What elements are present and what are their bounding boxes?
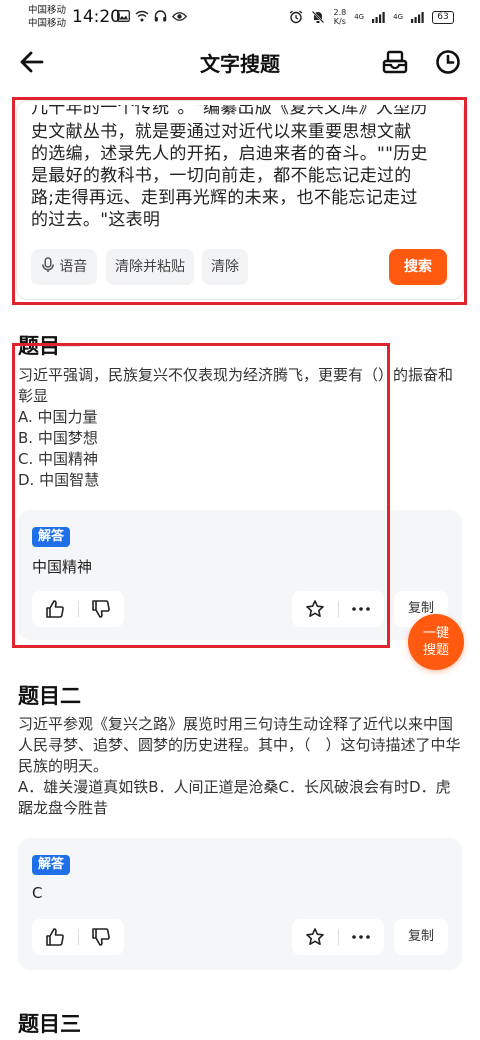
question-text: 习近平参观《复兴之路》展览时用三句诗生动诠释了近代以来中国人民寻梦、追梦、圆梦的… bbox=[18, 715, 461, 775]
headphones-icon bbox=[154, 10, 167, 22]
input-line: 路;走得再远、走到再光辉的未来，也不能忘记走过 bbox=[31, 188, 418, 208]
search-button[interactable]: 搜索 bbox=[389, 249, 447, 285]
option-a: A. 中国力量 bbox=[18, 408, 98, 426]
question-title: 题目三 bbox=[18, 1012, 81, 1036]
mute-icon bbox=[312, 10, 325, 24]
fab-line-2: 搜题 bbox=[422, 643, 449, 658]
star-icon bbox=[306, 600, 324, 617]
voice-input-button[interactable]: 语音 bbox=[31, 249, 97, 285]
search-text-content[interactable]: 几十年的一个传统"。"编纂出版《复兴文库》大型历 史文献丛书，就是要通过对近代以… bbox=[31, 105, 451, 231]
more-dots-icon bbox=[352, 935, 370, 939]
answer-value: C bbox=[32, 884, 43, 902]
question-bank-button[interactable] bbox=[381, 48, 409, 76]
voice-label: 语音 bbox=[59, 259, 88, 275]
favorite-button[interactable] bbox=[292, 591, 338, 627]
thumbs-down-icon bbox=[92, 600, 110, 618]
input-partial-line: 几十年的一个传统"。"编纂出版《复兴文库》大型历 bbox=[31, 105, 428, 118]
status-bar: 中国移动 中国移动 14:20 2.8 K/s 4G 4G 63 bbox=[0, 0, 480, 36]
favorite-button[interactable] bbox=[292, 919, 338, 955]
alarm-icon bbox=[290, 10, 303, 24]
clock: 14:20 bbox=[72, 7, 121, 27]
clock-icon bbox=[436, 50, 460, 74]
battery-indicator: 63 bbox=[432, 10, 454, 24]
carrier-names: 中国移动 中国移动 bbox=[28, 4, 66, 30]
question-body: 习近平参观《复兴之路》展览时用三句诗生动诠释了近代以来中国人民寻梦、追梦、圆梦的… bbox=[18, 714, 463, 819]
answer-badge: 解答 bbox=[32, 527, 71, 547]
copy-button[interactable]: 复制 bbox=[394, 919, 448, 955]
history-button[interactable] bbox=[434, 48, 462, 76]
eye-icon bbox=[172, 11, 187, 21]
like-button[interactable] bbox=[32, 919, 78, 955]
question-title: 题目一 bbox=[18, 334, 81, 358]
vote-group bbox=[32, 591, 124, 627]
system-icons: 2.8 K/s 4G 4G 63 bbox=[289, 8, 454, 26]
vote-group bbox=[32, 919, 124, 955]
microphone-icon bbox=[41, 257, 54, 272]
signal-1-label: 4G bbox=[354, 13, 365, 21]
input-line: 的过去。"这表明 bbox=[31, 210, 161, 230]
thumbs-up-icon bbox=[46, 928, 64, 946]
dislike-button[interactable] bbox=[78, 919, 124, 955]
quick-search-fab[interactable]: 一键 搜题 bbox=[408, 614, 464, 670]
search-text-area[interactable]: 几十年的一个传统"。"编纂出版《复兴文库》大型历 史文献丛书，就是要通过对近代以… bbox=[16, 100, 464, 300]
input-line: 史文献丛书，就是要通过对近代以来重要思想文献 bbox=[31, 122, 412, 142]
answer-card: 解答 C 复制 bbox=[18, 838, 462, 970]
answer-badge: 解答 bbox=[32, 855, 71, 875]
answer-value: 中国精神 bbox=[32, 558, 93, 576]
more-button[interactable] bbox=[338, 591, 384, 627]
more-dots-icon bbox=[352, 607, 370, 611]
option-b: B. 中国梦想 bbox=[18, 429, 98, 447]
answer-card: 解答 中国精神 复制 bbox=[18, 510, 462, 640]
net-speed: 2.8 K/s bbox=[333, 8, 347, 26]
like-button[interactable] bbox=[32, 591, 78, 627]
wifi-icon bbox=[135, 10, 149, 22]
fab-line-1: 一键 bbox=[422, 626, 449, 641]
action-group bbox=[292, 919, 384, 955]
option-c: C. 中国精神 bbox=[18, 450, 99, 468]
inbox-icon bbox=[382, 50, 408, 74]
question-text: 习近平强调，民族复兴不仅表现为经济腾飞，更要有（）的振奋和彰显 bbox=[18, 366, 454, 405]
carrier-1: 中国移动 bbox=[28, 5, 67, 16]
question-body: 习近平强调，民族复兴不仅表现为经济腾飞，更要有（）的振奋和彰显 A. 中国力量 … bbox=[18, 365, 463, 491]
dislike-button[interactable] bbox=[78, 591, 124, 627]
thumbs-down-icon bbox=[92, 928, 110, 946]
clear-and-paste-button[interactable]: 清除并粘贴 bbox=[106, 249, 194, 285]
more-button[interactable] bbox=[338, 919, 384, 955]
star-icon bbox=[306, 928, 324, 945]
app-header: 文字搜题 bbox=[0, 36, 480, 88]
image-icon bbox=[117, 10, 130, 22]
input-line: 是最好的教科书，一切向前走，都不能忘记走过的 bbox=[31, 166, 412, 186]
signal-2-label: 4G bbox=[393, 13, 403, 21]
options-line: A．雄关漫道真如铁B．人间正道是沧桑C．长风破浪会有时D．虎踞龙盘今胜昔 bbox=[18, 778, 451, 817]
input-line: 的选编，述录先人的开拓，启迪来者的奋斗。""历史 bbox=[31, 144, 428, 164]
option-d: D. 中国智慧 bbox=[18, 471, 100, 489]
notification-icons bbox=[117, 10, 187, 22]
signal-icon-2 bbox=[411, 12, 424, 23]
clear-button[interactable]: 清除 bbox=[202, 249, 248, 285]
signal-icon bbox=[372, 12, 385, 23]
carrier-2: 中国移动 bbox=[28, 18, 67, 29]
action-group bbox=[292, 591, 384, 627]
thumbs-up-icon bbox=[46, 600, 64, 618]
question-title: 题目二 bbox=[18, 684, 81, 708]
